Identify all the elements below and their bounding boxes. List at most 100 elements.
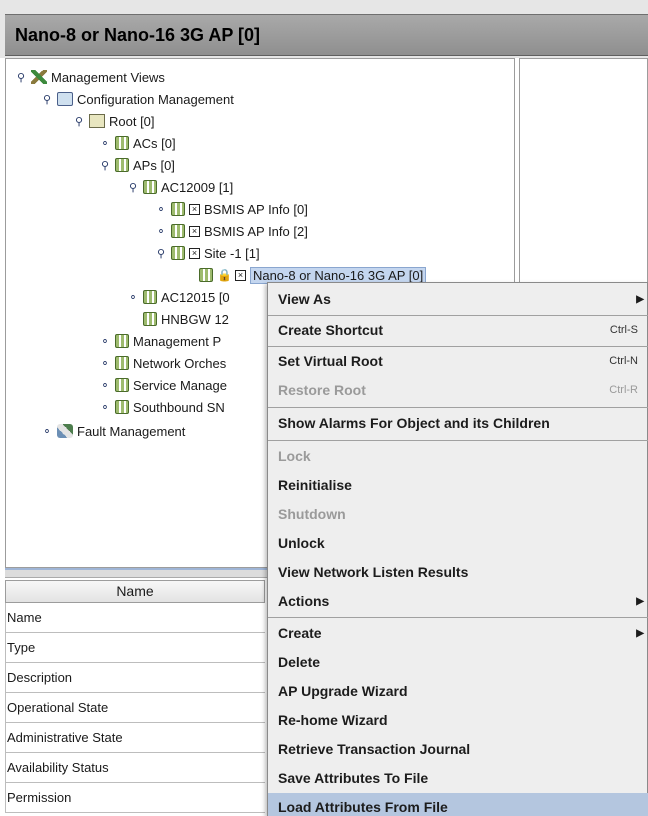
tree-node-fault-management[interactable]: ⚬ Fault Management <box>40 421 185 441</box>
node-icon <box>115 136 129 150</box>
node-icon <box>143 290 157 304</box>
collapsed-handle-icon[interactable]: ⚬ <box>126 290 140 304</box>
tree-label: BSMIS AP Info [0] <box>204 201 308 217</box>
collapsed-handle-icon[interactable]: ⚬ <box>98 378 112 392</box>
tree-node-service-manage[interactable]: ⚬ Service Manage <box>98 375 227 395</box>
tree-node-site[interactable]: ⚲ × Site -1 [1] <box>154 243 260 263</box>
expand-handle-icon[interactable]: ⚲ <box>126 180 140 194</box>
menu-item-retrieve-transaction-journal[interactable]: Retrieve Transaction Journal <box>268 735 648 764</box>
tree-node-bsmis-2[interactable]: ⚬ × BSMIS AP Info [2] <box>154 221 307 241</box>
shortcut-label: Ctrl-N <box>609 355 638 367</box>
menu-item-rehome-wizard[interactable]: Re-home Wizard <box>268 706 648 735</box>
table-row[interactable]: Permission <box>5 783 265 813</box>
unmanaged-icon: × <box>189 225 200 237</box>
menu-label: Show Alarms For Object and its Children <box>278 415 550 431</box>
collapsed-handle-icon[interactable]: ⚬ <box>154 224 168 238</box>
table-row[interactable]: Type <box>5 633 265 663</box>
menu-label: View Network Listen Results <box>278 564 469 580</box>
tree-node-southbound[interactable]: ⚬ Southbound SN <box>98 397 224 417</box>
tree-node-management-views[interactable]: ⚲ Management Views <box>14 67 165 87</box>
menu-item-restore-root[interactable]: Restore Root Ctrl-R <box>268 376 648 405</box>
menu-item-shutdown[interactable]: Shutdown <box>268 500 648 529</box>
menu-label: Save Attributes To File <box>278 770 429 786</box>
title-bar: Nano-8 or Nano-16 3G AP [0] <box>0 0 648 58</box>
tree-node-aps[interactable]: ⚲ APs [0] <box>98 155 175 175</box>
menu-label: View As <box>278 291 331 307</box>
configuration-icon <box>57 92 73 106</box>
title-bar-strip: Nano-8 or Nano-16 3G AP [0] <box>5 14 648 56</box>
menu-item-create-shortcut[interactable]: Create Shortcut Ctrl-S <box>268 316 648 345</box>
tree-label: HNBGW 12 <box>161 311 229 327</box>
menu-item-reinitialise[interactable]: Reinitialise <box>268 471 648 500</box>
fault-icon <box>57 424 73 438</box>
menu-label: Set Virtual Root <box>278 353 383 369</box>
expand-handle-icon[interactable]: ⚲ <box>98 158 112 172</box>
tree-node-management-p[interactable]: ⚬ Management P <box>98 331 221 351</box>
shortcut-label: Ctrl-R <box>609 384 638 396</box>
tree-node-ac12009[interactable]: ⚲ AC12009 [1] <box>126 177 233 197</box>
menu-label: Delete <box>278 654 321 670</box>
tree-label: Service Manage <box>133 377 227 393</box>
menu-item-show-alarms[interactable]: Show Alarms For Object and its Children <box>268 409 648 438</box>
tree-node-acs[interactable]: ⚬ ACs [0] <box>98 133 176 153</box>
menu-label: Unlock <box>278 535 325 551</box>
submenu-arrow-icon: ▶ <box>636 294 644 305</box>
tree-label: ACs [0] <box>133 135 176 151</box>
window-title: Nano-8 or Nano-16 3G AP [0] <box>15 25 261 45</box>
tree-node-ac12015[interactable]: ⚬ AC12015 [0 <box>126 287 230 307</box>
tools-icon <box>31 70 47 84</box>
menu-item-load-attributes[interactable]: Load Attributes From File <box>268 793 648 816</box>
node-icon <box>171 202 185 216</box>
tree-node-root[interactable]: ⚲ Root [0] <box>72 111 155 131</box>
tree-node-bsmis-0[interactable]: ⚬ × BSMIS AP Info [0] <box>154 199 308 219</box>
expand-handle-icon[interactable]: ⚲ <box>72 114 86 128</box>
expand-handle-icon[interactable]: ⚲ <box>154 246 168 260</box>
menu-item-delete[interactable]: Delete <box>268 648 648 677</box>
table-row[interactable]: Availability Status <box>5 753 265 783</box>
menu-label: Re-home Wizard <box>278 712 388 728</box>
tree-node-network-orches[interactable]: ⚬ Network Orches <box>98 353 226 373</box>
table-row[interactable]: Description <box>5 663 265 693</box>
expand-handle-icon[interactable]: ⚲ <box>14 70 28 84</box>
menu-label: Create Shortcut <box>278 322 384 338</box>
collapsed-handle-icon[interactable]: ⚬ <box>98 334 112 348</box>
menu-item-unlock[interactable]: Unlock <box>268 529 648 558</box>
menu-item-view-as[interactable]: View As ▶ <box>268 285 648 314</box>
collapsed-handle-icon[interactable]: ⚬ <box>98 356 112 370</box>
tree-node-configuration-management[interactable]: ⚲ Configuration Management <box>40 89 234 109</box>
collapsed-handle-icon[interactable]: ⚬ <box>98 400 112 414</box>
tree-label: Management Views <box>51 69 165 85</box>
menu-item-lock[interactable]: Lock <box>268 442 648 471</box>
collapsed-handle-icon[interactable]: ⚬ <box>154 202 168 216</box>
table-row[interactable]: Administrative State <box>5 723 265 753</box>
tree-label: Root [0] <box>109 113 155 129</box>
table-row[interactable]: Operational State <box>5 693 265 723</box>
node-icon <box>115 400 129 414</box>
tree-label: Management P <box>133 333 222 349</box>
lock-icon: 🔒 <box>217 268 232 282</box>
menu-separator <box>268 617 648 618</box>
unmanaged-icon: × <box>189 247 200 259</box>
collapsed-handle-icon[interactable]: ⚬ <box>98 136 112 150</box>
menu-label: Retrieve Transaction Journal <box>278 741 471 757</box>
menu-item-set-virtual-root[interactable]: Set Virtual Root Ctrl-N <box>268 347 648 376</box>
unmanaged-icon: × <box>234 269 246 281</box>
node-icon <box>171 224 185 238</box>
menu-item-create[interactable]: Create ▶ <box>268 619 648 648</box>
collapsed-handle-icon[interactable]: ⚬ <box>40 424 54 438</box>
submenu-arrow-icon: ▶ <box>636 596 644 607</box>
menu-label: AP Upgrade Wizard <box>278 683 408 699</box>
tree-node-hnbgw[interactable]: HNBGW 12 <box>140 309 229 329</box>
menu-item-view-network-listen[interactable]: View Network Listen Results <box>268 558 648 587</box>
menu-label: Actions <box>278 593 330 609</box>
column-header-name[interactable]: Name <box>5 580 265 603</box>
tree-label: AC12015 [0 <box>161 289 230 305</box>
menu-label: Load Attributes From File <box>278 799 448 815</box>
expand-handle-icon[interactable]: ⚲ <box>40 92 54 106</box>
table-row[interactable]: Name <box>5 603 265 633</box>
menu-item-save-attributes[interactable]: Save Attributes To File <box>268 764 648 793</box>
menu-label: Create <box>278 625 322 641</box>
menu-item-ap-upgrade-wizard[interactable]: AP Upgrade Wizard <box>268 677 648 706</box>
menu-item-actions[interactable]: Actions ▶ <box>268 587 648 616</box>
menu-separator <box>268 440 648 441</box>
